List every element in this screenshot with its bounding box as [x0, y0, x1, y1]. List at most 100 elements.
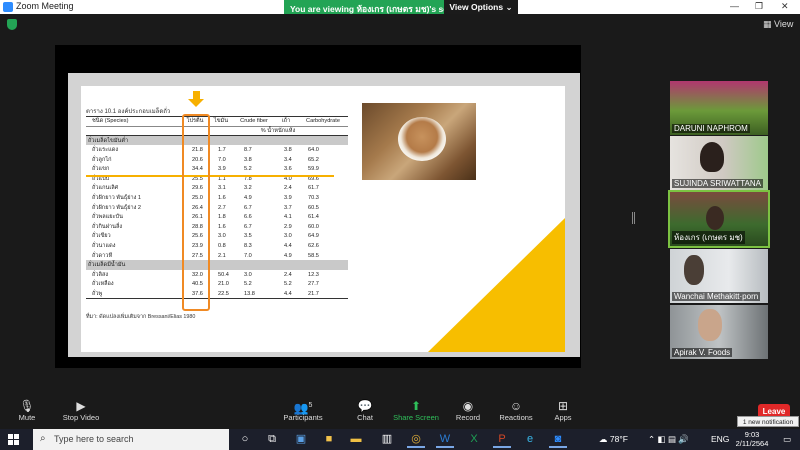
value-cell: 4.9 — [244, 195, 252, 202]
powerpoint-icon[interactable]: P — [493, 431, 511, 448]
view-options-button[interactable]: View Options ⌄ — [444, 0, 518, 14]
window-title: Zoom Meeting — [16, 1, 74, 11]
view-button[interactable]: ▦ View — [763, 19, 793, 30]
weather-widget[interactable]: ☁ 78°F — [599, 429, 628, 450]
value-cell: 4.9 — [284, 252, 292, 259]
language-indicator[interactable]: ENG — [711, 429, 729, 450]
edge-icon[interactable]: e — [521, 431, 539, 448]
value-cell: 5.2 — [284, 281, 292, 288]
maximize-button[interactable]: ❐ — [755, 1, 763, 12]
value-cell: 64.9 — [308, 233, 319, 240]
apps-button[interactable]: ⊞ Apps — [533, 399, 593, 422]
taskbar-search-input[interactable]: ⌕ Type here to search — [33, 429, 229, 450]
windows-start-icon[interactable] — [8, 434, 19, 445]
col-header: ชนิด (Species) — [86, 116, 182, 127]
participants-button[interactable]: 👥5 Participants — [273, 399, 333, 422]
participant-tile[interactable]: SUJINDA SRIWATTANA — [670, 136, 768, 190]
species-cell: ถั่วพู — [86, 289, 182, 300]
value-cell: 8.7 — [244, 147, 252, 154]
zoom-taskbar-icon[interactable]: ◙ — [549, 431, 567, 448]
chrome-icon[interactable]: ◎ — [407, 431, 425, 448]
participant-tile[interactable]: DARUNI NAPHROM — [670, 81, 768, 135]
shopping-icon[interactable]: ■ — [320, 431, 338, 448]
cortana-icon[interactable]: ○ — [236, 431, 254, 448]
value-cell: 3.0 — [284, 233, 292, 240]
share-screen-icon: ⬆ — [410, 399, 422, 413]
species-cell: ถั่วเขียว — [92, 233, 111, 240]
value-cell: 4.4 — [284, 243, 292, 250]
close-button[interactable]: ✕ — [781, 1, 789, 12]
participants-count: 5 — [308, 402, 313, 409]
notification-toast[interactable]: 1 new notification — [737, 416, 799, 427]
col-header: เถ้า — [274, 116, 298, 127]
reactions-label: Reactions — [499, 413, 533, 422]
species-cell: ถั่วแขก — [92, 166, 110, 173]
value-cell: 5.2 — [244, 281, 252, 288]
windows-taskbar: ⌕ Type here to search ○ ⧉ ▣ ■ ▬ ▥ ◎ W X … — [0, 429, 800, 450]
value-cell: 6.7 — [244, 204, 252, 211]
stop-video-button[interactable]: ▶ Stop Video — [51, 399, 111, 422]
microphone-icon: 🎙 — [19, 399, 35, 413]
value-cell: 2.7 — [218, 204, 226, 211]
value-cell: 50.4 — [218, 271, 229, 278]
species-cell: ถั่วลิสง — [92, 271, 109, 278]
zoom-app-icon — [3, 2, 13, 12]
species-cell: ถั่วฝักยาว พันธุ์ย่าง 1 — [92, 195, 142, 202]
value-cell: 2.9 — [284, 223, 292, 230]
word-icon[interactable]: W — [436, 431, 454, 448]
taskbar-clock[interactable]: 9:03 2/11/2564 — [731, 430, 773, 448]
participants-icon: 👥5 — [293, 401, 313, 415]
value-cell: 1.6 — [218, 223, 226, 230]
value-cell: 60.5 — [308, 204, 319, 211]
table-row: ถั่วพู 37.6 22.5 13.8 4.4 21.7 — [86, 289, 348, 300]
group2-rows: ถั่วลิสง 32.0 50.4 3.0 2.4 12.3 ถั่วเหลือง 40.5… — [86, 270, 348, 300]
annotation-arrow-head — [188, 99, 204, 107]
species-cell: ถั่วกินฝานลี่ง — [92, 223, 123, 230]
participant-avatar — [706, 206, 724, 230]
view-label: View — [774, 19, 794, 29]
table-row: ถั่วกินฝานลี่ง 28.8 1.6 6.7 2.9 60.0 — [86, 222, 348, 232]
participant-avatar — [698, 309, 722, 341]
value-cell: 3.7 — [284, 204, 292, 211]
table-row: ถั่วนาแดง 23.9 0.8 8.3 4.4 62.6 — [86, 241, 348, 251]
store-icon[interactable]: ▣ — [292, 431, 310, 448]
share-screen-button[interactable]: ⬆ Share Screen — [386, 399, 446, 422]
participant-tile-active-speaker[interactable]: ห้องเกร (เกษตร มช) — [668, 190, 770, 248]
notification-center-icon[interactable]: ▭ — [783, 429, 791, 450]
record-label: Record — [455, 413, 481, 422]
value-cell: 5.2 — [244, 166, 252, 173]
table-group-row: ถั่วเมล็ดไขมันต่ำ — [86, 135, 348, 146]
bean-bowl — [398, 117, 446, 161]
value-cell: 22.5 — [208, 289, 234, 300]
mute-label: Mute — [18, 413, 36, 422]
security-shield-icon[interactable] — [7, 19, 17, 30]
file-explorer-icon[interactable]: ▬ — [347, 431, 365, 448]
system-tray-icons[interactable]: ⌃ ◧ ▤ 🔊 — [648, 429, 689, 450]
clock-time: 9:03 — [744, 430, 760, 439]
participant-tile[interactable]: Apirak V. Foods — [670, 305, 768, 359]
table-row: ถั่วแกนเลิศ 29.6 3.1 3.2 2.4 61.7 — [86, 184, 348, 194]
excel-icon[interactable]: X — [465, 431, 483, 448]
value-cell: 61.7 — [308, 185, 319, 192]
value-cell: 1.8 — [218, 214, 226, 221]
task-view-icon[interactable]: ⧉ — [263, 431, 281, 448]
participant-name: Apirak V. Foods — [672, 348, 733, 357]
species-cell: ถั่วเหลือง — [92, 281, 114, 288]
apps-icon: ⊞ — [557, 399, 569, 413]
table-header-row: ชนิด (Species) โปรตีน ไขมัน Crude fiber … — [86, 116, 348, 127]
mute-button[interactable]: 🎙 Mute — [0, 399, 57, 422]
participant-tile[interactable]: Wanchai Methakitt·porn — [670, 249, 768, 303]
group-label: ถั่วเมล็ดมีน้ำมัน — [86, 260, 348, 270]
table-row: ถั่วแขก 34.4 3.9 5.2 3.6 59.9 — [86, 164, 348, 174]
value-cell: 6.6 — [244, 214, 252, 221]
table-row: ถั่วดาวหี 27.5 2.1 7.0 4.9 58.5 — [86, 251, 348, 261]
table-row: ถั่วแระแดง 21.8 1.7 8.7 3.8 64.0 — [86, 145, 348, 155]
gallery-resize-handle[interactable] — [632, 212, 635, 224]
table-row: ถั่วฝักยาว พันธุ์ย่าง 2 26.4 2.7 6.7 3.7 60.5 — [86, 203, 348, 213]
value-cell: 64.0 — [308, 147, 319, 154]
slide-decoration-triangle — [428, 218, 565, 352]
value-cell: 1.6 — [218, 195, 226, 202]
photos-icon[interactable]: ▥ — [378, 431, 396, 448]
minimize-button[interactable]: — — [730, 1, 739, 11]
annotation-arrow — [193, 91, 200, 99]
